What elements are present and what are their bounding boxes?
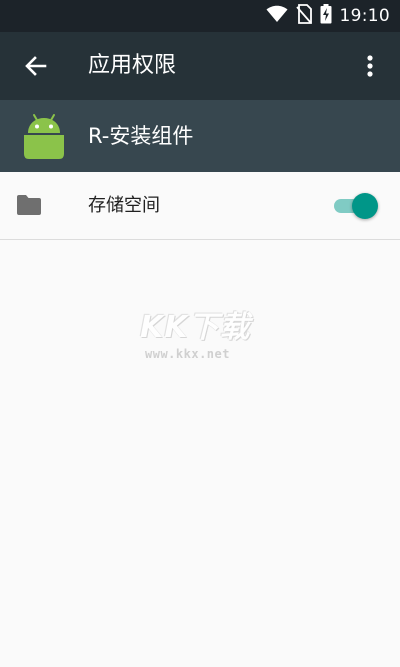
permission-row-storage[interactable]: 存储空间 [0, 172, 400, 240]
wifi-icon [266, 5, 288, 27]
arrow-back-icon [25, 56, 47, 76]
android-icon [20, 112, 68, 160]
folder-icon [16, 194, 42, 218]
battery-charging-icon [320, 4, 332, 28]
more-vert-icon [367, 55, 373, 77]
more-options-button[interactable] [348, 44, 392, 88]
page-title: 应用权限 [88, 53, 177, 78]
no-sim-icon [295, 4, 312, 28]
permission-label: 存储空间 [88, 195, 160, 216]
app-header: R-安装组件 [0, 100, 400, 172]
toggle-thumb [352, 193, 378, 219]
storage-permission-toggle[interactable] [330, 192, 378, 220]
watermark-logo: KK下载 [140, 310, 251, 345]
watermark-url: www.kkx.net [145, 347, 230, 361]
toolbar: 应用权限 [0, 32, 400, 100]
status-bar: 19:10 [0, 0, 400, 32]
status-icons: 19:10 [266, 0, 391, 32]
app-name: R-安装组件 [88, 124, 194, 148]
status-time: 19:10 [339, 6, 390, 26]
app-permissions-screen: 19:10 应用权限 R-安装组件 存储空间 KK下载 www.kkx.net [0, 0, 400, 667]
back-button[interactable] [14, 44, 58, 88]
